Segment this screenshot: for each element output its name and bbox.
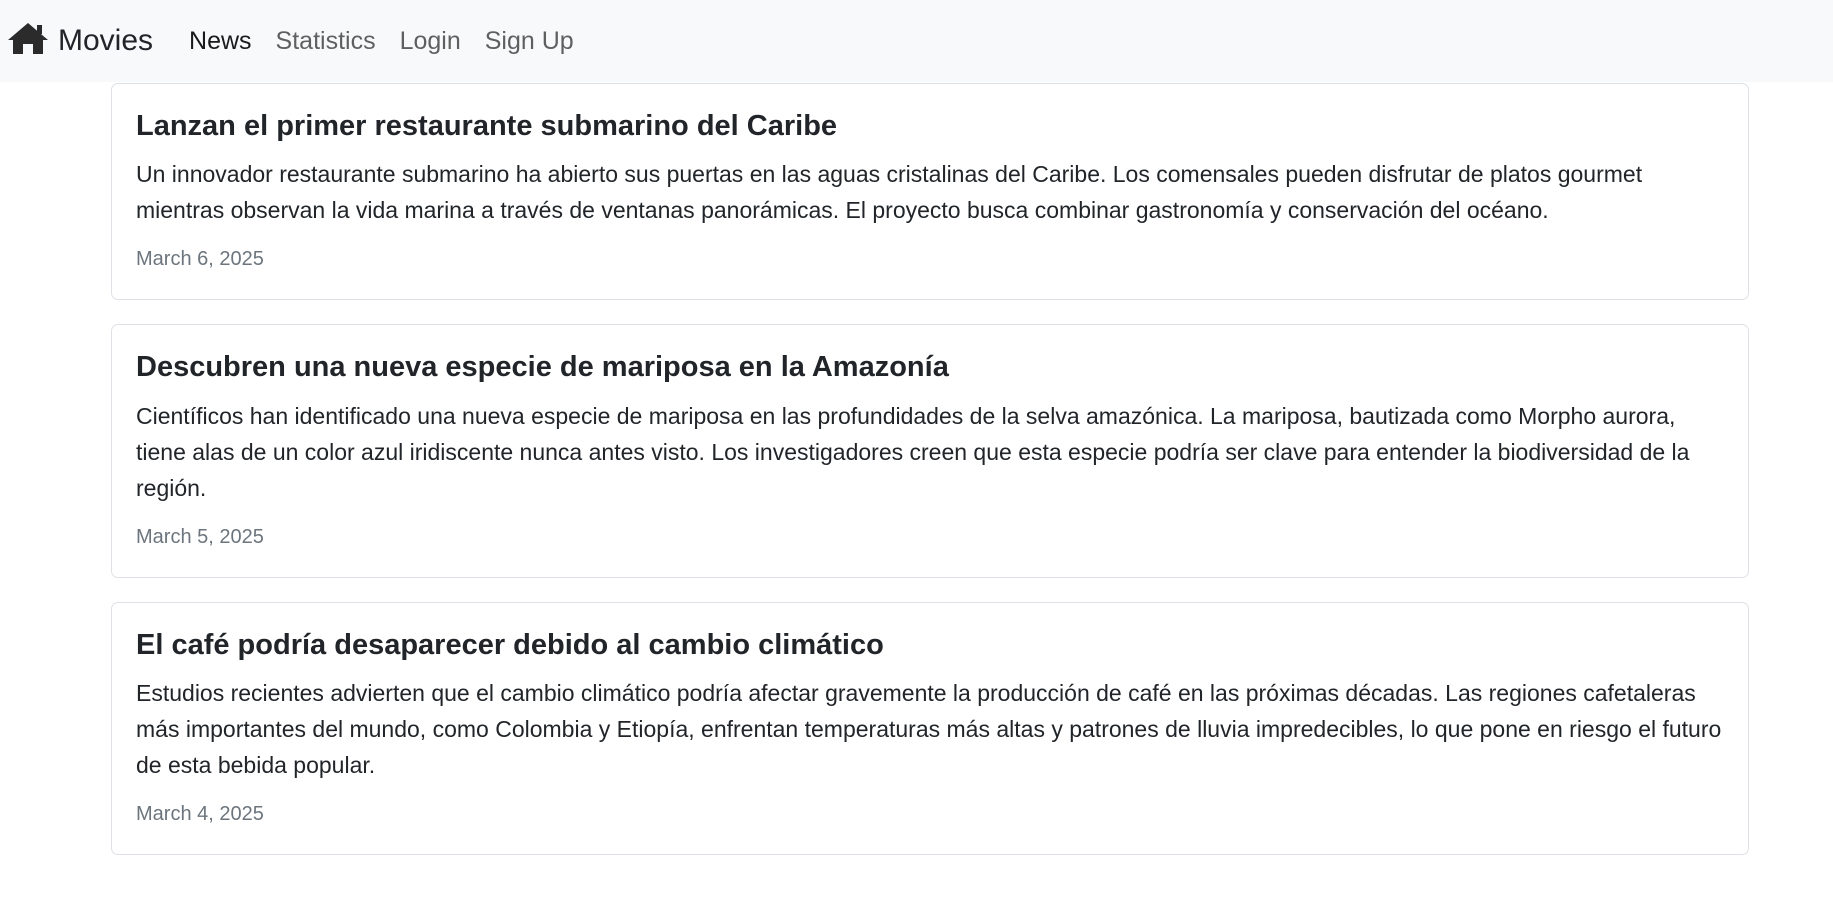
news-body: Estudios recientes advierten que el camb… bbox=[136, 679, 1722, 778]
news-card: Lanzan el primer restaurante submarino d… bbox=[111, 83, 1749, 301]
nav-link-news[interactable]: News bbox=[189, 27, 252, 56]
brand-label: Movies bbox=[58, 24, 154, 57]
home-icon bbox=[6, 20, 50, 56]
news-body: Un innovador restaurante submarino ha ab… bbox=[136, 161, 1643, 224]
brand-link[interactable]: Movies bbox=[6, 23, 154, 58]
nav-links: News Statistics Login Sign Up bbox=[189, 27, 598, 56]
nav-link-statistics[interactable]: Statistics bbox=[276, 27, 376, 56]
news-date: March 6, 2025 bbox=[136, 248, 264, 271]
news-title: Lanzan el primer restaurante submarino d… bbox=[136, 110, 838, 142]
news-date: March 5, 2025 bbox=[136, 525, 264, 548]
news-card: El café podría desaparecer debido al cam… bbox=[111, 601, 1749, 855]
news-card: Descubren una nueva especie de mariposa … bbox=[111, 324, 1749, 578]
news-title: El café podría desaparecer debido al cam… bbox=[136, 628, 884, 661]
nav-link-sign-up[interactable]: Sign Up bbox=[485, 27, 574, 56]
news-body: Científicos han identificado una nueva e… bbox=[136, 402, 1690, 501]
top-navbar: Movies News Statistics Login Sign Up bbox=[0, 0, 1833, 82]
nav-link-login[interactable]: Login bbox=[400, 27, 461, 56]
news-title: Descubren una nueva especie de mariposa … bbox=[136, 351, 949, 384]
news-date: March 4, 2025 bbox=[136, 802, 264, 825]
news-list: Lanzan el primer restaurante submarino d… bbox=[111, 83, 1749, 879]
